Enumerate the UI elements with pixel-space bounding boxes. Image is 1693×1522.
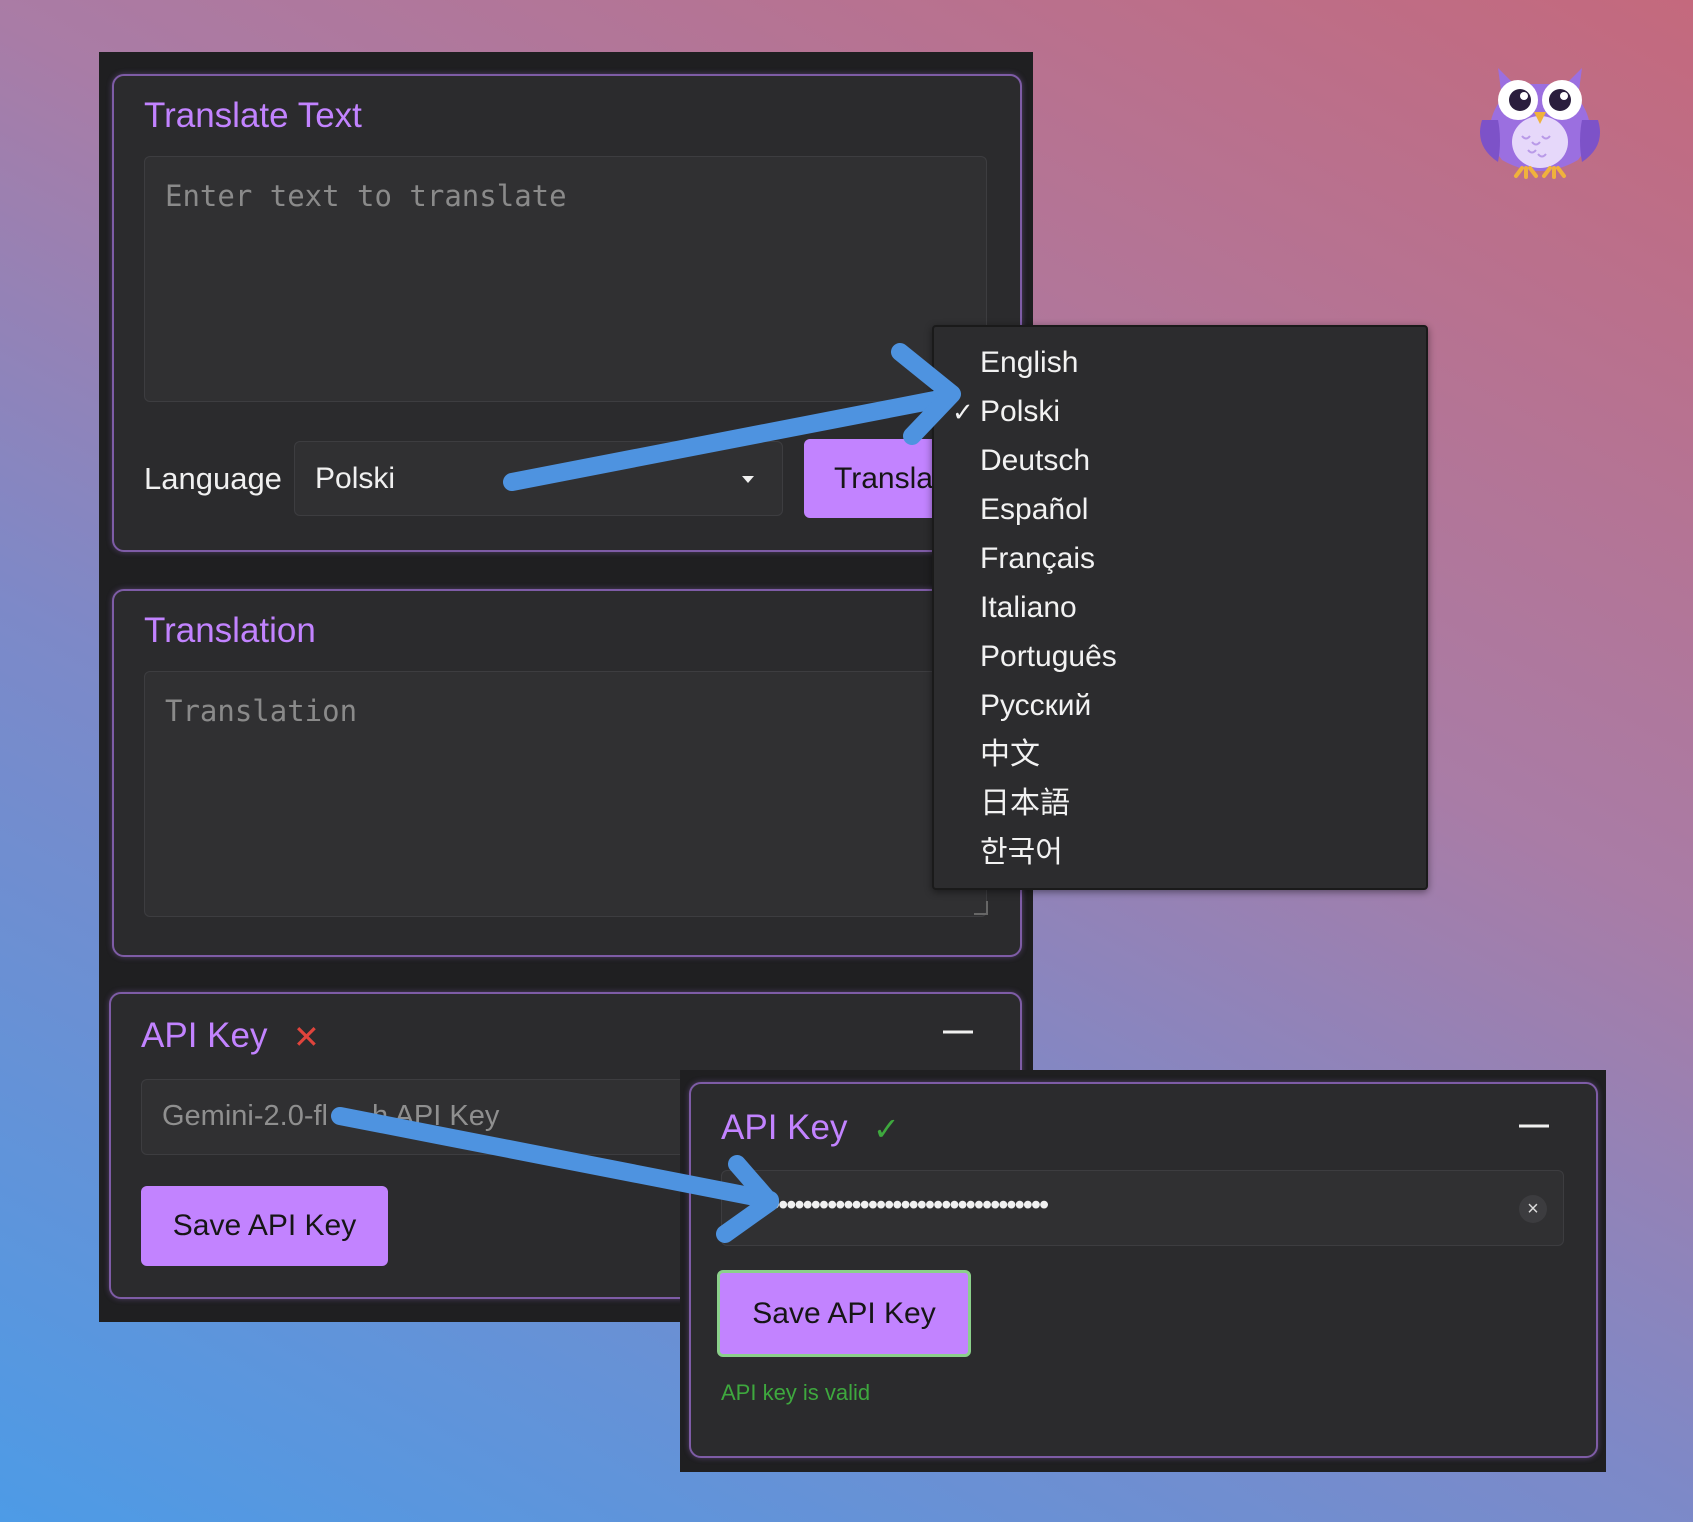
api-key-valid-panel: API Key ✓ — ••••••••••••••••••••••••••••… — [689, 1082, 1598, 1458]
language-select-value: Polski — [315, 462, 396, 495]
error-x-icon: ✕ — [293, 1019, 320, 1055]
success-check-icon: ✓ — [873, 1111, 900, 1147]
language-option[interactable]: 日本語 — [980, 786, 1070, 822]
language-dropdown-menu: English ✓ Polski Deutsch Español Françai… — [932, 325, 1428, 890]
api-key-status-message: API key is valid — [721, 1380, 871, 1405]
api-key-masked-value: •••••••••••••••••••••••••••••••••• — [770, 1189, 1049, 1221]
translation-panel-title: Translation — [144, 611, 316, 650]
translate-panel-title: Translate Text — [144, 96, 362, 135]
save-api-key-button-label: Save API Key — [172, 1209, 357, 1242]
api-key-valid-window: API Key ✓ — ••••••••••••••••••••••••••••… — [680, 1070, 1606, 1472]
language-option[interactable]: 한국어 — [980, 835, 1063, 871]
checkmark-icon: ✓ — [952, 397, 974, 427]
language-option[interactable]: Français — [980, 541, 1095, 577]
resize-handle-icon[interactable] — [974, 901, 988, 915]
owl-icon — [1480, 68, 1600, 179]
language-option[interactable]: Русский — [980, 688, 1091, 724]
save-api-key-button[interactable]: Save API Key — [141, 1186, 388, 1266]
collapse-icon[interactable]: — — [943, 1014, 973, 1048]
api-key-input-placeholder: Gemini-2.0-fl — [162, 1100, 328, 1132]
language-option[interactable]: Italiano — [980, 590, 1077, 626]
language-option[interactable]: Português — [980, 639, 1117, 675]
caret-down-icon — [742, 476, 754, 483]
translation-panel: Translation Translation — [112, 589, 1022, 957]
translation-output[interactable]: Translation — [144, 671, 987, 917]
save-api-key-button-label: Save API Key — [752, 1296, 936, 1330]
translate-button-label: Transla — [834, 461, 933, 495]
language-label: Language — [144, 461, 282, 496]
language-select[interactable]: Polski — [294, 441, 783, 516]
language-option[interactable]: Deutsch — [980, 443, 1090, 479]
api-key-valid-panel-title: API Key — [721, 1108, 848, 1147]
source-text-input[interactable]: Enter text to translate — [144, 156, 987, 402]
api-key-panel-title: API Key — [141, 1016, 268, 1055]
api-key-input[interactable]: Gemini-2.0-fl h API Key — [141, 1079, 701, 1155]
save-api-key-button[interactable]: Save API Key — [717, 1270, 971, 1357]
translate-panel: Translate Text Enter text to translate L… — [112, 74, 1022, 552]
language-option[interactable]: 中文 — [980, 737, 1040, 773]
language-option[interactable]: English — [980, 345, 1078, 381]
language-option[interactable]: Español — [980, 492, 1088, 528]
language-option[interactable]: Polski — [980, 394, 1060, 430]
api-key-input-placeholder-tail: h API Key — [372, 1100, 500, 1132]
collapse-icon[interactable]: — — [1519, 1108, 1549, 1142]
clear-input-icon[interactable]: × — [1519, 1195, 1547, 1223]
translate-button[interactable]: Transla — [804, 439, 944, 518]
api-key-input-filled[interactable]: •••••••••••••••••••••••••••••••••• × — [721, 1170, 1564, 1246]
